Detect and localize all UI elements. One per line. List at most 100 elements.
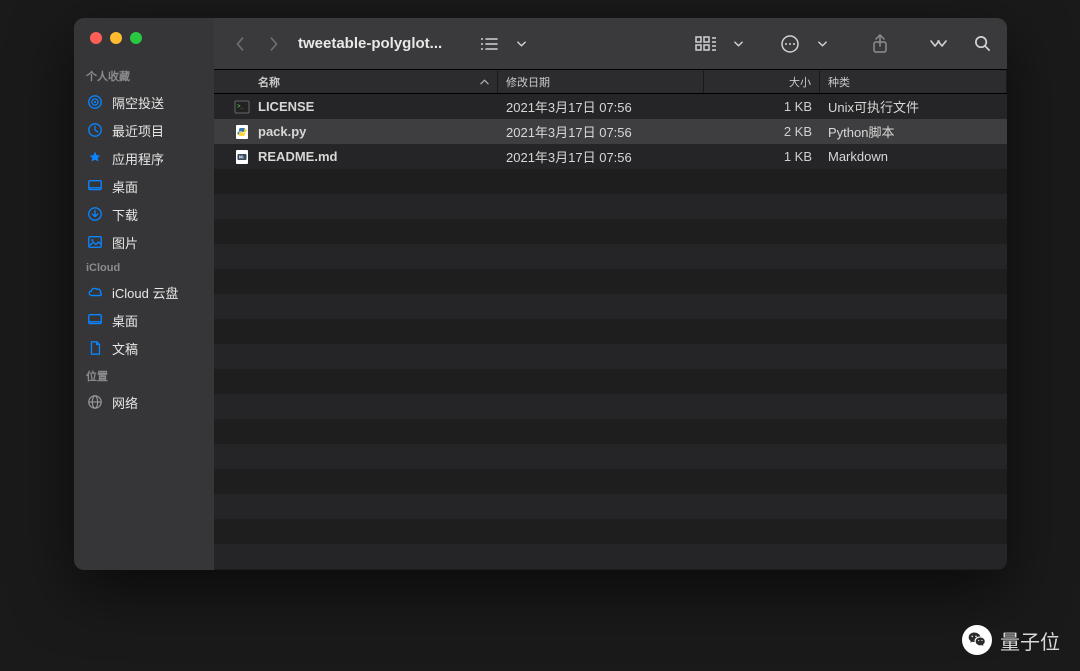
sidebar-item[interactable]: iCloud 云盘 <box>74 278 214 306</box>
sidebar-item-label: iCloud 云盘 <box>112 283 178 302</box>
sidebar-item-label: 图片 <box>112 233 138 252</box>
sidebar-item-label: 下载 <box>112 205 138 224</box>
empty-row <box>214 544 1007 569</box>
file-icon <box>234 124 250 140</box>
empty-row <box>214 519 1007 544</box>
sidebar-item-label: 应用程序 <box>112 149 164 168</box>
group-dropdown-icon[interactable] <box>725 31 751 57</box>
folder-title: tweetable-polyglot... <box>298 35 442 52</box>
view-list-icon[interactable] <box>476 31 502 57</box>
watermark: 量子位 <box>962 625 1060 655</box>
empty-row <box>214 219 1007 244</box>
sidebar-group-label: 个人收藏 <box>74 62 214 88</box>
file-date: 2021年3月17日 07:56 <box>498 122 704 141</box>
empty-row <box>214 394 1007 419</box>
column-header-size[interactable]: 大小 <box>704 70 820 93</box>
file-size: 1 KB <box>704 99 820 114</box>
search-icon[interactable] <box>969 31 995 57</box>
apps-icon <box>86 149 104 167</box>
file-date: 2021年3月17日 07:56 <box>498 97 704 116</box>
file-kind: Unix可执行文件 <box>820 97 1007 116</box>
main-pane: tweetable-polyglot... <box>214 18 1007 570</box>
file-kind: Python脚本 <box>820 122 1007 141</box>
finder-window: 个人收藏隔空投送最近项目应用程序桌面下载图片iCloudiCloud 云盘桌面文… <box>74 18 1007 570</box>
sidebar-item-label: 桌面 <box>112 177 138 196</box>
column-header-kind[interactable]: 种类 <box>820 70 1007 93</box>
column-label: 大小 <box>789 74 811 90</box>
file-kind: Markdown <box>820 149 1007 164</box>
empty-row <box>214 494 1007 519</box>
empty-row <box>214 194 1007 219</box>
clock-icon <box>86 121 104 139</box>
empty-row <box>214 294 1007 319</box>
sidebar-item[interactable]: 下载 <box>74 200 214 228</box>
window-controls <box>74 32 214 44</box>
sidebar-item-label: 最近项目 <box>112 121 164 140</box>
sidebar-item[interactable]: 应用程序 <box>74 144 214 172</box>
view-dropdown-icon[interactable] <box>508 31 534 57</box>
sidebar-item[interactable]: 桌面 <box>74 306 214 334</box>
file-date: 2021年3月17日 07:56 <box>498 147 704 166</box>
sidebar-item[interactable]: 图片 <box>74 228 214 256</box>
file-name: LICENSE <box>258 99 314 114</box>
empty-row <box>214 169 1007 194</box>
group-icon[interactable] <box>693 31 719 57</box>
file-size: 2 KB <box>704 124 820 139</box>
svg-text:>_: >_ <box>237 104 245 110</box>
column-label: 修改日期 <box>506 74 550 90</box>
column-label: 种类 <box>828 74 850 90</box>
share-icon[interactable] <box>867 31 893 57</box>
action-menu-icon[interactable] <box>777 31 803 57</box>
action-dropdown-icon[interactable] <box>809 31 835 57</box>
column-label: 名称 <box>258 74 280 90</box>
download-icon <box>86 205 104 223</box>
sidebar-item[interactable]: 网络 <box>74 388 214 416</box>
maximize-window-button[interactable] <box>130 32 142 44</box>
column-header-name[interactable]: 名称 <box>214 70 498 93</box>
file-size: 1 KB <box>704 149 820 164</box>
empty-row <box>214 319 1007 344</box>
file-list: >_LICENSE2021年3月17日 07:561 KBUnix可执行文件pa… <box>214 94 1007 570</box>
column-header-row: 名称 修改日期 大小 种类 <box>214 70 1007 94</box>
sidebar: 个人收藏隔空投送最近项目应用程序桌面下载图片iCloudiCloud 云盘桌面文… <box>74 18 214 570</box>
empty-row <box>214 469 1007 494</box>
sidebar-item[interactable]: 最近项目 <box>74 116 214 144</box>
file-row[interactable]: pack.py 2021年3月17日 07:562 KBPython脚本 <box>214 119 1007 144</box>
sidebar-item-label: 网络 <box>112 393 138 412</box>
cloud-icon <box>86 283 104 301</box>
sidebar-group-label: 位置 <box>74 362 214 388</box>
desktop-icon <box>86 177 104 195</box>
forward-button[interactable] <box>260 30 288 58</box>
doc-icon <box>86 339 104 357</box>
empty-row <box>214 269 1007 294</box>
file-name: pack.py <box>258 124 306 139</box>
file-icon: >_ <box>234 99 250 115</box>
sidebar-item-label: 隔空投送 <box>112 93 164 112</box>
pictures-icon <box>86 233 104 251</box>
desktop-icon <box>86 311 104 329</box>
empty-row <box>214 244 1007 269</box>
watermark-text: 量子位 <box>1000 626 1060 655</box>
close-window-button[interactable] <box>90 32 102 44</box>
sidebar-item-label: 文稿 <box>112 339 138 358</box>
empty-row <box>214 419 1007 444</box>
sidebar-item[interactable]: 文稿 <box>74 334 214 362</box>
empty-row <box>214 344 1007 369</box>
sidebar-item[interactable]: 隔空投送 <box>74 88 214 116</box>
file-icon: M↓ <box>234 149 250 165</box>
toolbar: tweetable-polyglot... <box>214 18 1007 70</box>
file-name: README.md <box>258 149 337 164</box>
file-row[interactable]: M↓ README.md 2021年3月17日 07:561 KBMarkdown <box>214 144 1007 169</box>
wechat-icon <box>962 625 992 655</box>
sidebar-item[interactable]: 桌面 <box>74 172 214 200</box>
airdrop-icon <box>86 93 104 111</box>
empty-row <box>214 369 1007 394</box>
file-row[interactable]: >_ LICENSE 2021年3月17日 07:561 KBUnix可执行文件 <box>214 94 1007 119</box>
overflow-icon[interactable] <box>925 31 951 57</box>
svg-text:M↓: M↓ <box>239 154 245 159</box>
sidebar-item-label: 桌面 <box>112 311 138 330</box>
minimize-window-button[interactable] <box>110 32 122 44</box>
column-header-date[interactable]: 修改日期 <box>498 70 704 93</box>
globe-icon <box>86 393 104 411</box>
back-button[interactable] <box>226 30 254 58</box>
